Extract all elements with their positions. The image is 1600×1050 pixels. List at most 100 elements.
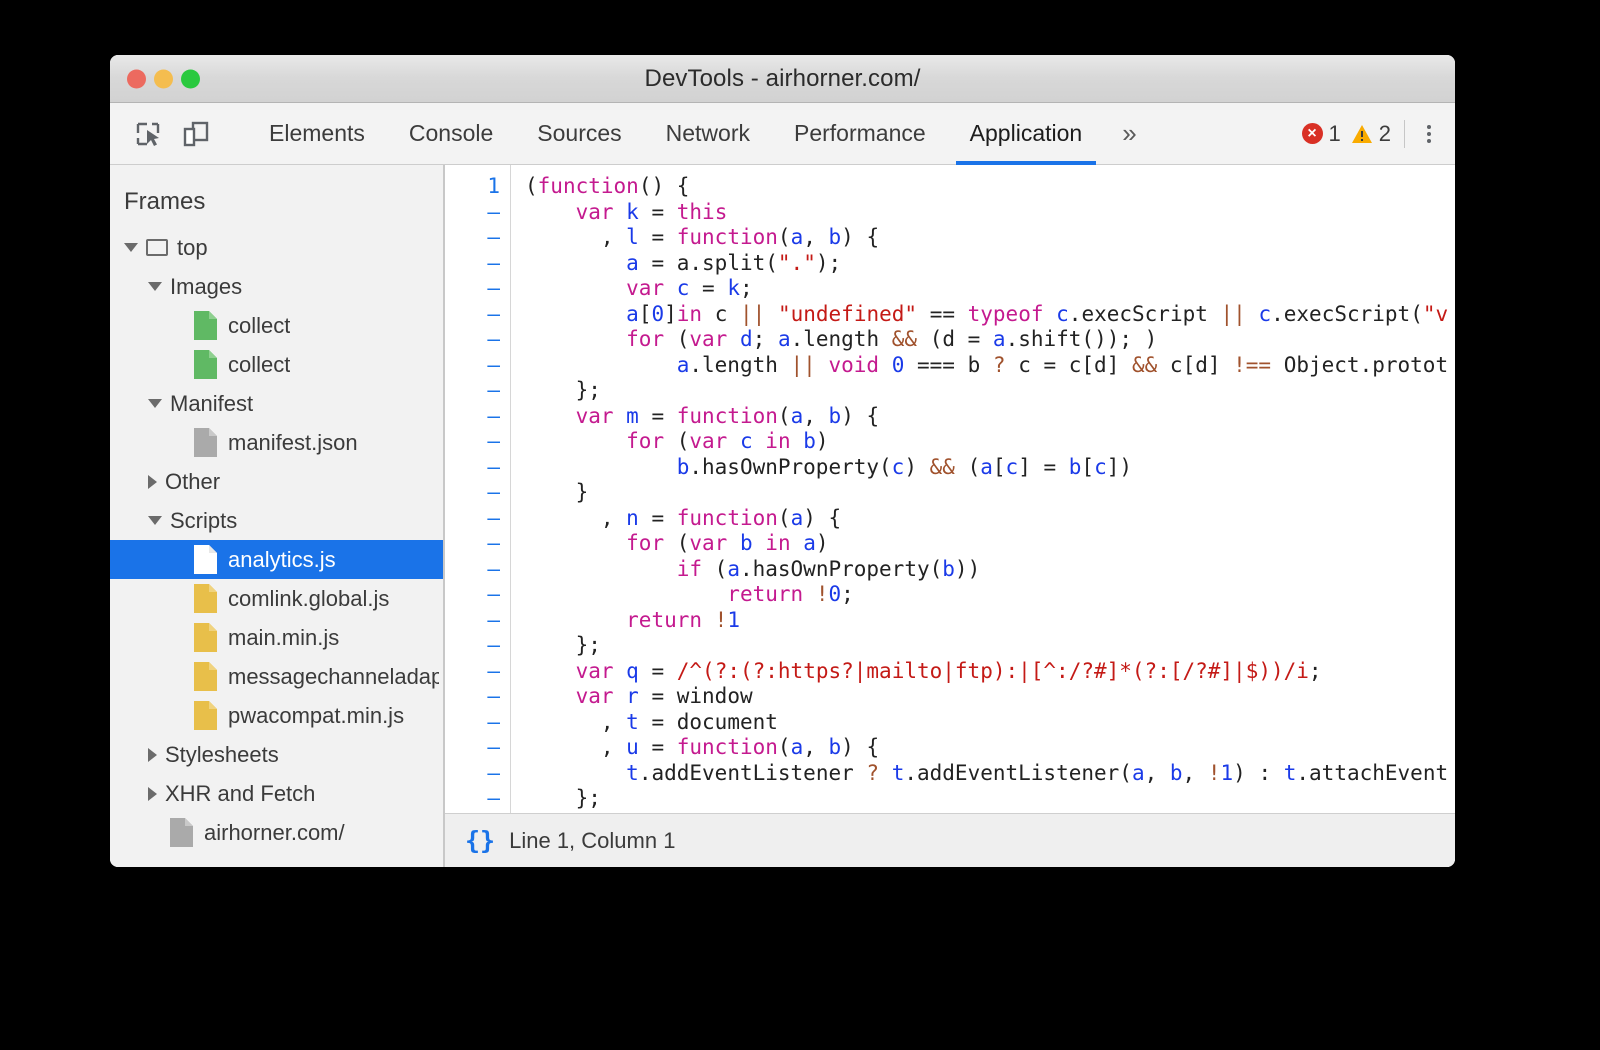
- code-token: =: [639, 225, 677, 249]
- tree-item[interactable]: collect: [110, 306, 443, 345]
- code-token: };: [525, 378, 601, 402]
- code-token: [1246, 302, 1259, 326]
- tab-performance[interactable]: Performance: [772, 103, 948, 164]
- code-token: var: [689, 531, 727, 555]
- tree-item[interactable]: Other: [110, 462, 443, 501]
- tab-sources[interactable]: Sources: [515, 103, 643, 164]
- error-counter[interactable]: × 1: [1297, 121, 1346, 147]
- warning-icon: [1351, 124, 1373, 144]
- code-token: = window: [639, 684, 753, 708]
- code-token: [727, 429, 740, 453]
- cursor-position: Line 1, Column 1: [509, 828, 675, 854]
- code-token: a: [980, 455, 993, 479]
- tree-item[interactable]: manifest.json: [110, 423, 443, 462]
- code-token: === b: [904, 353, 993, 377]
- source-code[interactable]: (function() { var k = this , l = functio…: [511, 165, 1455, 813]
- tree-item-label: XHR and Fetch: [165, 781, 315, 807]
- tree-item[interactable]: Manifest: [110, 384, 443, 423]
- tree-item[interactable]: analytics.js: [110, 540, 443, 579]
- tree-item-label: airhorner.com/: [204, 820, 345, 846]
- code-token: (: [664, 429, 689, 453]
- minimize-button[interactable]: [154, 69, 173, 88]
- toolbar-right-group: × 1 2: [1297, 103, 1456, 164]
- devtools-menu-icon[interactable]: [1417, 117, 1441, 151]
- code-token: a: [1132, 761, 1145, 785]
- code-token: (: [955, 455, 980, 479]
- tree-item[interactable]: Images: [110, 267, 443, 306]
- code-token: &&: [1132, 353, 1157, 377]
- more-tabs-icon[interactable]: »: [1104, 103, 1154, 164]
- code-token: }: [525, 480, 588, 504]
- tree-item[interactable]: collect: [110, 345, 443, 384]
- code-token: ,: [803, 225, 828, 249]
- tree-item-label: comlink.global.js: [228, 586, 389, 612]
- tree-item[interactable]: XHR and Fetch: [110, 774, 443, 813]
- code-token: var: [626, 276, 664, 300]
- twisty-expanded-icon[interactable]: [148, 516, 162, 525]
- code-token: [525, 353, 677, 377]
- code-token: [791, 531, 804, 555]
- code-token: [702, 608, 715, 632]
- close-button[interactable]: [127, 69, 146, 88]
- tree-item-label: collect: [228, 352, 290, 378]
- twisty-collapsed-icon[interactable]: [148, 787, 157, 801]
- code-line: return !0;: [525, 582, 1455, 608]
- device-toolbar-icon[interactable]: [176, 114, 216, 154]
- tree-item[interactable]: comlink.global.js: [110, 579, 443, 618]
- code-token: ]): [1107, 455, 1132, 479]
- twisty-expanded-icon[interactable]: [124, 243, 138, 252]
- tree-item[interactable]: pwacompat.min.js: [110, 696, 443, 735]
- twisty-collapsed-icon[interactable]: [148, 748, 157, 762]
- tab-elements[interactable]: Elements: [247, 103, 387, 164]
- code-token: };: [525, 633, 601, 657]
- tab-application[interactable]: Application: [948, 103, 1105, 164]
- code-token: ) {: [841, 225, 879, 249]
- tree-item[interactable]: top: [110, 228, 443, 267]
- code-token: function: [677, 225, 778, 249]
- devtools-window: DevTools - airhorner.com/ Elements Conso…: [110, 55, 1455, 867]
- code-area[interactable]: 1––––––––––––––––––––––––– (function() {…: [445, 165, 1455, 813]
- code-token: c = c[d]: [1006, 353, 1132, 377]
- tree-item[interactable]: main.min.js: [110, 618, 443, 657]
- code-token: ||: [740, 302, 765, 326]
- tab-console[interactable]: Console: [387, 103, 515, 164]
- code-token: Object.protot: [1271, 353, 1448, 377]
- code-token: in: [765, 531, 790, 555]
- code-token: a: [791, 404, 804, 428]
- code-token: b: [1170, 761, 1183, 785]
- code-token: a: [791, 735, 804, 759]
- twisty-expanded-icon[interactable]: [148, 282, 162, 291]
- code-token: function: [538, 174, 639, 198]
- tab-network[interactable]: Network: [644, 103, 772, 164]
- code-token: ,: [1183, 761, 1208, 785]
- code-line: (function() {: [525, 174, 1455, 200]
- code-token: [525, 684, 576, 708]
- code-token: d: [740, 327, 753, 351]
- frames-sidebar[interactable]: Frames topImagescollectcollectManifestma…: [110, 165, 445, 867]
- code-token: [1043, 302, 1056, 326]
- inspect-element-icon[interactable]: [128, 114, 168, 154]
- zoom-button[interactable]: [181, 69, 200, 88]
- code-token: var: [576, 684, 614, 708]
- tree-item[interactable]: airhorner.com/: [110, 813, 443, 852]
- code-token: b: [942, 557, 955, 581]
- warning-counter[interactable]: 2: [1346, 121, 1396, 147]
- tree-item[interactable]: Stylesheets: [110, 735, 443, 774]
- twisty-expanded-icon[interactable]: [148, 399, 162, 408]
- code-token: ,: [525, 735, 626, 759]
- warning-count: 2: [1379, 121, 1391, 147]
- line-number: –: [445, 429, 500, 455]
- line-number: –: [445, 710, 500, 736]
- twisty-collapsed-icon[interactable]: [148, 475, 157, 489]
- code-token: a: [993, 327, 1006, 351]
- code-token: =: [639, 506, 677, 530]
- code-line: for (var b in a): [525, 531, 1455, 557]
- code-token: !: [816, 582, 829, 606]
- pretty-print-icon[interactable]: {}: [465, 826, 495, 855]
- code-line: , l = function(a, b) {: [525, 225, 1455, 251]
- line-number: –: [445, 302, 500, 328]
- tree-item[interactable]: messagechanneladapter.js: [110, 657, 443, 696]
- code-token: [: [639, 302, 652, 326]
- tree-item[interactable]: Scripts: [110, 501, 443, 540]
- code-token: .execScript(: [1271, 302, 1423, 326]
